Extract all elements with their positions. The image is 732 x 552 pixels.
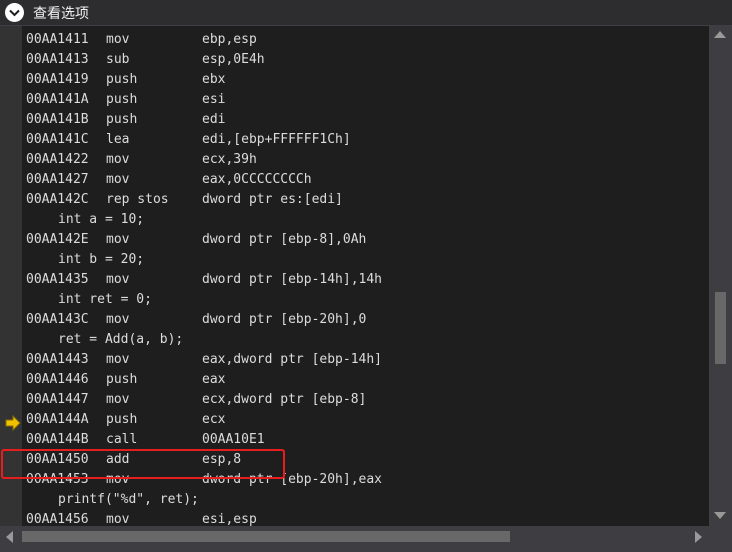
instruction-operands: eax,dword ptr [ebp-14h] xyxy=(202,352,383,367)
instruction-operands: esp,0E4h xyxy=(202,52,265,67)
instruction-address: 00AA141C xyxy=(26,132,89,147)
scroll-left-icon[interactable] xyxy=(6,531,13,543)
asm-line[interactable]: 00AA1447 mov ecx,dword ptr [ebp-8] xyxy=(22,390,709,410)
instruction-operands: ecx,39h xyxy=(202,152,257,167)
asm-line[interactable]: 00AA1443 mov eax,dword ptr [ebp-14h] xyxy=(22,350,709,370)
instruction-address: 00AA1443 xyxy=(26,352,89,367)
source-text: printf("%d", ret); xyxy=(58,492,199,507)
instruction-operands: dword ptr es:[edi] xyxy=(202,192,343,207)
instruction-address: 00AA142E xyxy=(26,232,89,247)
instruction-operands: dword ptr [ebp-20h],0 xyxy=(202,312,367,327)
instruction-operands: edi,[ebp+FFFFFF1Ch] xyxy=(202,132,351,147)
instruction-mnemonic: mov xyxy=(106,352,130,367)
source-text: ret = Add(a, b); xyxy=(58,332,184,347)
asm-line[interactable]: 00AA1456 mov esi,esp xyxy=(22,510,709,526)
source-text: int a = 10; xyxy=(58,212,145,227)
instruction-mnemonic: mov xyxy=(106,172,130,187)
window-title: 查看选项 xyxy=(33,5,89,22)
instruction-mnemonic: mov xyxy=(106,272,130,287)
source-line[interactable]: int b = 20; xyxy=(22,250,709,270)
scrollbar-corner xyxy=(709,526,732,552)
source-line[interactable]: int a = 10; xyxy=(22,210,709,230)
asm-line[interactable]: 00AA144B call 00AA10E1 xyxy=(22,430,709,450)
source-text: int ret = 0; xyxy=(58,292,152,307)
instruction-address: 00AA1413 xyxy=(26,52,89,67)
instruction-mnemonic: mov xyxy=(106,232,130,247)
source-line[interactable]: int ret = 0; xyxy=(22,290,709,310)
instruction-address: 00AA1419 xyxy=(26,72,89,87)
source-line[interactable]: ret = Add(a, b); xyxy=(22,330,709,350)
asm-line[interactable]: 00AA1435 mov dword ptr [ebp-14h],14h xyxy=(22,270,709,290)
instruction-address: 00AA142C xyxy=(26,192,89,207)
instruction-operands: ebx xyxy=(202,72,226,87)
instruction-address: 00AA1447 xyxy=(26,392,89,407)
instruction-mnemonic: mov xyxy=(106,512,130,526)
asm-line[interactable]: 00AA1413 sub esp,0E4h xyxy=(22,50,709,70)
highlight-box xyxy=(1,449,285,479)
horizontal-scroll-thumb[interactable] xyxy=(22,531,510,542)
current-instruction-arrow-icon xyxy=(5,415,21,431)
instruction-operands: ecx xyxy=(202,412,226,427)
instruction-address: 00AA1456 xyxy=(26,512,89,526)
instruction-operands: ebp,esp xyxy=(202,32,257,47)
instruction-address: 00AA1446 xyxy=(26,372,89,387)
asm-line[interactable]: 00AA144A push ecx xyxy=(22,410,709,430)
scroll-up-icon[interactable] xyxy=(714,31,726,38)
instruction-mnemonic: rep stos xyxy=(106,192,169,207)
instruction-address: 00AA1435 xyxy=(26,272,89,287)
instruction-operands: esi xyxy=(202,92,226,107)
asm-line[interactable]: 00AA143C mov dword ptr [ebp-20h],0 xyxy=(22,310,709,330)
disassembly-view[interactable]: 00AA1410pushebp00AA1411movebp,esp00AA141… xyxy=(0,26,709,526)
source-line[interactable]: printf("%d", ret); xyxy=(22,490,709,510)
instruction-address: 00AA1422 xyxy=(26,152,89,167)
instruction-address: 00AA144A xyxy=(26,412,89,427)
instruction-mnemonic: push xyxy=(106,112,138,127)
instruction-address: 00AA1427 xyxy=(26,172,89,187)
vertical-scrollbar[interactable] xyxy=(709,26,732,526)
vertical-scroll-thumb[interactable] xyxy=(715,292,726,364)
source-text: int b = 20; xyxy=(58,252,145,267)
instruction-mnemonic: mov xyxy=(106,312,130,327)
instruction-operands: eax xyxy=(202,372,226,387)
title-bar: 查看选项 xyxy=(0,0,732,26)
instruction-mnemonic: lea xyxy=(106,132,130,147)
chevron-down-icon[interactable] xyxy=(5,3,24,22)
asm-line[interactable]: 00AA1422 mov ecx,39h xyxy=(22,150,709,170)
instruction-mnemonic: sub xyxy=(106,52,130,67)
instruction-operands: esi,esp xyxy=(202,512,257,526)
instruction-mnemonic: mov xyxy=(106,392,130,407)
asm-line[interactable]: 00AA1427 mov eax,0CCCCCCCCh xyxy=(22,170,709,190)
instruction-operands: dword ptr [ebp-8],0Ah xyxy=(202,232,367,247)
asm-line[interactable]: 00AA141A push esi xyxy=(22,90,709,110)
instruction-address: 00AA141A xyxy=(26,92,89,107)
asm-line[interactable]: 00AA141C lea edi,[ebp+FFFFFF1Ch] xyxy=(22,130,709,150)
instruction-address: 00AA144B xyxy=(26,432,89,447)
asm-line[interactable]: 00AA142E mov dword ptr [ebp-8],0Ah xyxy=(22,230,709,250)
instruction-operands: eax,0CCCCCCCCh xyxy=(202,172,312,187)
asm-line[interactable]: 00AA1446 push eax xyxy=(22,370,709,390)
instruction-address: 00AA141B xyxy=(26,112,89,127)
asm-line[interactable]: 00AA141B push edi xyxy=(22,110,709,130)
instruction-address: 00AA143C xyxy=(26,312,89,327)
instruction-mnemonic: push xyxy=(106,412,138,427)
instruction-operands: edi xyxy=(202,112,226,127)
instruction-address: 00AA1411 xyxy=(26,32,89,47)
instruction-operands: ecx,dword ptr [ebp-8] xyxy=(202,392,367,407)
scroll-down-icon[interactable] xyxy=(714,512,726,519)
instruction-mnemonic: push xyxy=(106,372,138,387)
instruction-operands: dword ptr [ebp-14h],14h xyxy=(202,272,383,287)
instruction-mnemonic: call xyxy=(106,432,138,447)
instruction-mnemonic: push xyxy=(106,92,138,107)
instruction-mnemonic: mov xyxy=(106,32,130,47)
asm-line[interactable]: 00AA1411 mov ebp,esp xyxy=(22,30,709,50)
instruction-mnemonic: mov xyxy=(106,152,130,167)
instruction-mnemonic: push xyxy=(106,72,138,87)
scroll-right-icon[interactable] xyxy=(695,531,702,543)
asm-line[interactable]: 00AA142C rep stos dword ptr es:[edi] xyxy=(22,190,709,210)
asm-line[interactable]: 00AA1419 push ebx xyxy=(22,70,709,90)
instruction-operands: 00AA10E1 xyxy=(202,432,265,447)
horizontal-scrollbar[interactable] xyxy=(0,526,709,552)
